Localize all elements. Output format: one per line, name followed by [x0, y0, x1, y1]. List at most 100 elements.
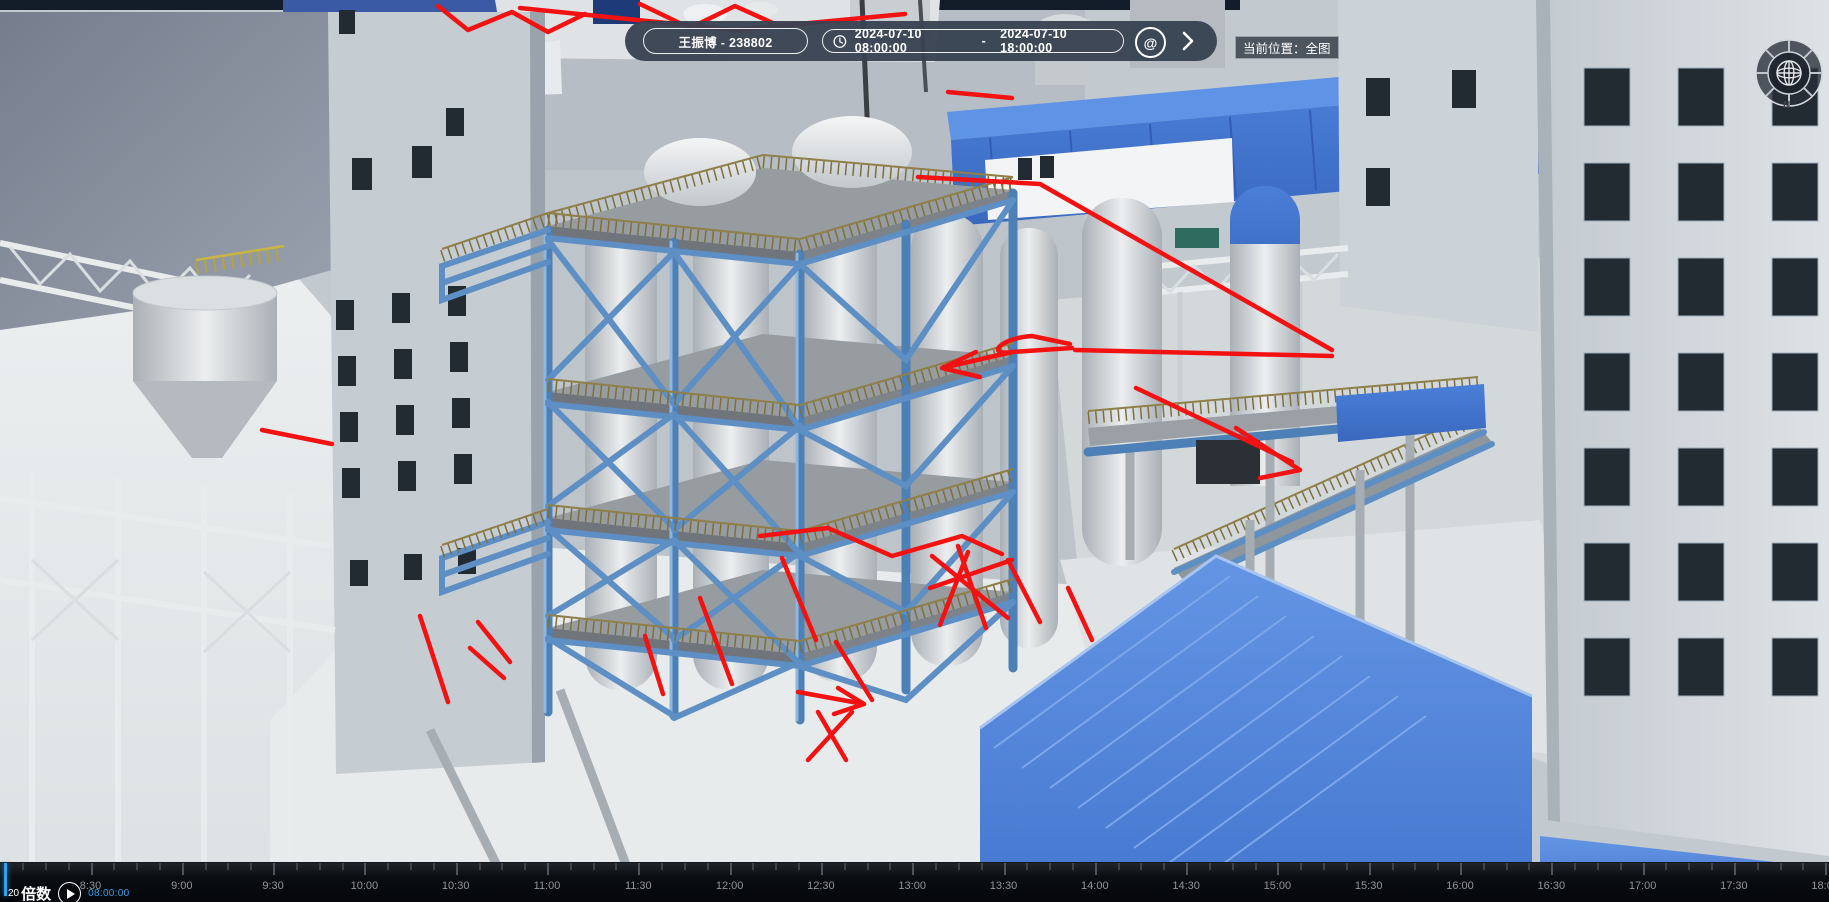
- timeline-label: 17:30: [1720, 880, 1748, 892]
- timeline-minor-tick: [1163, 863, 1165, 870]
- timeline-label: 16:00: [1446, 880, 1474, 892]
- play-button[interactable]: [58, 882, 81, 902]
- timeline-major-tick: [1460, 863, 1462, 875]
- timeline-playhead[interactable]: [4, 863, 7, 896]
- timeline-major-tick: [730, 863, 732, 875]
- timeline-minor-tick: [752, 863, 754, 870]
- timeline-major-tick: [1369, 863, 1371, 875]
- person-query-pill[interactable]: 王振博 - 238802: [643, 28, 808, 54]
- timeline-label: 13:30: [990, 880, 1018, 892]
- timeline-minor-tick: [1574, 863, 1576, 870]
- timeline-minor-tick: [1049, 863, 1051, 870]
- timeline-minor-tick: [935, 863, 937, 870]
- timeline-minor-tick: [205, 863, 207, 870]
- timeline-minor-tick: [501, 863, 503, 870]
- chevron-right-icon: [1181, 31, 1195, 51]
- timeline-major-tick: [1095, 863, 1097, 875]
- timeline-minor-tick: [1026, 863, 1028, 870]
- timeline-minor-tick: [1392, 863, 1394, 870]
- timeline-label: 11:00: [534, 880, 561, 892]
- timeline-label: 13:00: [898, 880, 926, 892]
- timeline-minor-tick: [1802, 863, 1804, 870]
- next-button[interactable]: [1174, 27, 1201, 54]
- timeline-label: 11:30: [625, 880, 652, 892]
- timeline-minor-tick: [1140, 863, 1142, 870]
- person-query-text: 王振博 - 238802: [679, 32, 773, 51]
- timeline-minor-tick: [1323, 863, 1325, 870]
- timeline-minor-tick: [410, 863, 412, 870]
- timeline-minor-tick: [1620, 863, 1622, 870]
- timeline-major-tick: [821, 863, 823, 875]
- timeline-label: 16:30: [1538, 880, 1566, 892]
- datetime-start: 2024-07-10 08:00:00: [855, 27, 968, 55]
- timeline-minor-tick: [1597, 863, 1599, 870]
- timeline-minor-tick: [342, 863, 344, 870]
- timeline-minor-tick: [45, 863, 47, 870]
- timeline-label: 10:00: [351, 880, 379, 892]
- timeline-minor-tick: [1437, 863, 1439, 870]
- timeline-minor-tick: [227, 863, 229, 870]
- timeline-minor-tick: [775, 863, 777, 870]
- building-right: [1536, 0, 1829, 856]
- timeline-minor-tick: [113, 863, 115, 870]
- speed-value[interactable]: 20: [8, 888, 19, 899]
- timeline-bar[interactable]: 8:309:009:3010:0010:3011:0011:3012:0012:…: [0, 862, 1829, 902]
- play-icon: [67, 889, 75, 899]
- timeline-minor-tick: [136, 863, 138, 870]
- timeline-major-tick: [182, 863, 184, 875]
- timeline-minor-tick: [1209, 863, 1211, 870]
- scene-3d-viewport[interactable]: [0, 0, 1829, 902]
- timeline-minor-tick: [844, 863, 846, 870]
- timeline-minor-tick: [68, 863, 70, 870]
- timeline-minor-tick: [1300, 863, 1302, 870]
- timeline-major-tick: [1734, 863, 1736, 875]
- timeline-minor-tick: [1757, 863, 1759, 870]
- timeline-minor-tick: [1506, 863, 1508, 870]
- timeline-minor-tick: [1346, 863, 1348, 870]
- timeline-minor-tick: [250, 863, 252, 870]
- timeline-minor-tick: [867, 863, 869, 870]
- timeline-minor-tick: [707, 863, 709, 870]
- timeline-label: 12:30: [807, 880, 835, 892]
- timeline-minor-tick: [1528, 863, 1530, 870]
- timeline-minor-tick: [159, 863, 161, 870]
- datetime-end: 2024-07-10 18:00:00: [1000, 27, 1113, 55]
- timeline-minor-tick: [981, 863, 983, 870]
- timeline-major-tick: [1186, 863, 1188, 875]
- timeline-minor-tick: [1118, 863, 1120, 870]
- timeline-minor-tick: [1688, 863, 1690, 870]
- current-time-label: 08:00:00: [88, 888, 129, 899]
- timeline-minor-tick: [1232, 863, 1234, 870]
- building-left-center: [328, 10, 545, 774]
- timeline-major-tick: [273, 863, 275, 875]
- timeline-minor-tick: [1711, 863, 1713, 870]
- timeline-minor-tick: [1072, 863, 1074, 870]
- timeline-minor-tick: [1255, 863, 1257, 870]
- location-badge-text: 当前位置：全图: [1243, 38, 1331, 57]
- timeline-minor-tick: [296, 863, 298, 870]
- search-button[interactable]: @: [1135, 27, 1166, 58]
- timeline-label: 9:00: [171, 880, 192, 892]
- timeline-label: 17:00: [1629, 880, 1657, 892]
- timeline-minor-tick: [1414, 863, 1416, 870]
- timeline-label: 18:00: [1811, 880, 1829, 892]
- timeline-minor-tick: [684, 863, 686, 870]
- compass-widget[interactable]: [1754, 38, 1824, 108]
- at-search-icon: @: [1144, 35, 1158, 51]
- timeline-major-tick: [1551, 863, 1553, 875]
- timeline-major-tick: [912, 863, 914, 875]
- timeline-minor-tick: [1483, 863, 1485, 870]
- timeline-minor-tick: [319, 863, 321, 870]
- datetime-range-pill[interactable]: 2024-07-10 08:00:00 - 2024-07-10 18:00:0…: [822, 29, 1124, 53]
- timeline-major-tick: [364, 863, 366, 875]
- timeline-minor-tick: [958, 863, 960, 870]
- playback-controls: 20 倍数 08:00:00: [8, 882, 129, 902]
- timeline-minor-tick: [570, 863, 572, 870]
- compass-north-label: N: [1783, 100, 1790, 111]
- timeline-major-tick: [1643, 863, 1645, 875]
- timeline-major-tick: [91, 863, 93, 875]
- timeline-minor-tick: [479, 863, 481, 870]
- timeline-major-tick: [1825, 863, 1827, 875]
- timeline-label: 15:00: [1264, 880, 1292, 892]
- timeline-label: 12:00: [716, 880, 744, 892]
